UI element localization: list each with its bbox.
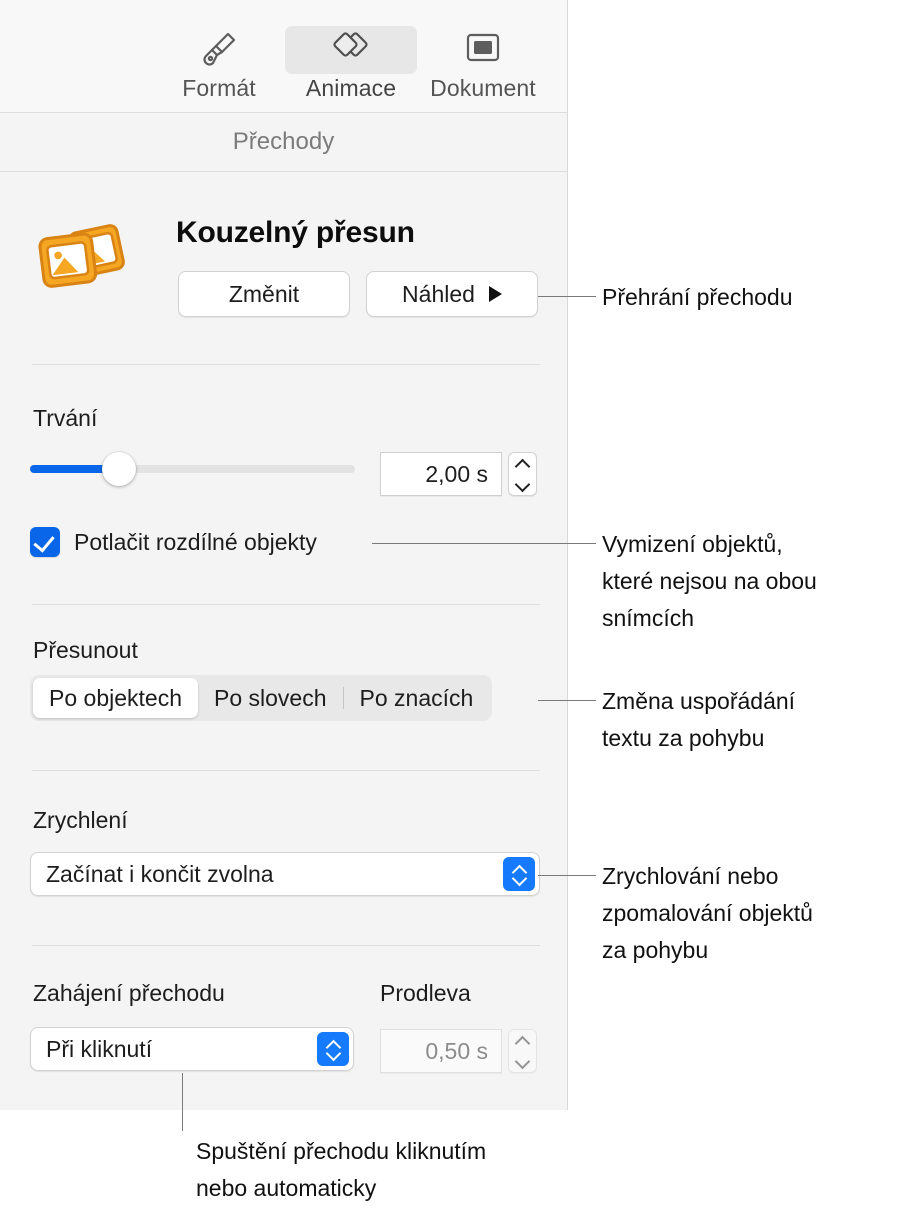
- callout-acceleration: Zrychlování nebo zpomalování objektů za …: [602, 863, 813, 963]
- transition-diamonds-icon: [328, 28, 374, 73]
- duration-slider-knob[interactable]: [102, 452, 136, 486]
- section-header-transitions: Přechody: [0, 113, 567, 172]
- popup-chevrons-icon[interactable]: [317, 1032, 349, 1066]
- magic-move-photos-icon: [34, 220, 130, 300]
- paintbrush-icon: [198, 27, 240, 74]
- callout-leader-acceleration: [538, 875, 596, 876]
- callout-suppress: Vymizení objektů, které nejsou na obou s…: [602, 531, 817, 631]
- acceleration-popup-value: Začínat i končit zvolna: [46, 860, 274, 887]
- chevron-down-icon: [326, 1051, 340, 1059]
- tab-dokument-icon-wrap: [417, 26, 549, 74]
- delay-stepper[interactable]: [508, 1029, 537, 1073]
- tab-format-icon-wrap: [153, 26, 285, 74]
- callout-preview: Přehrání přechodu: [602, 284, 793, 310]
- tab-dokument[interactable]: Dokument: [417, 22, 549, 102]
- animation-inspector-panel: Formát Animace Dokument Přechody Kouzeln…: [0, 0, 568, 1110]
- chevron-up-icon[interactable]: [516, 460, 529, 468]
- preview-button-label: Náhled: [402, 280, 475, 307]
- chevron-down-icon[interactable]: [516, 1058, 529, 1066]
- preview-transition-button[interactable]: Náhled: [366, 271, 538, 317]
- delay-label: Prodleva: [380, 980, 471, 1006]
- divider-1: [32, 364, 540, 365]
- tab-format-label: Formát: [182, 75, 256, 101]
- segment-po-objektech[interactable]: Po objektech: [33, 678, 198, 718]
- acceleration-label: Zrychlení: [33, 807, 128, 833]
- chevron-down-icon: [512, 876, 526, 884]
- move-label: Přesunout: [33, 637, 138, 663]
- duration-label: Trvání: [33, 405, 98, 431]
- transition-summary-row: Kouzelný přesun Změnit Náhled: [0, 186, 568, 336]
- tab-animace[interactable]: Animace: [285, 22, 417, 102]
- start-transition-popup-button[interactable]: Při kliknutí: [30, 1027, 354, 1071]
- popup-chevrons-icon[interactable]: [503, 857, 535, 891]
- divider-4: [32, 945, 540, 946]
- callout-move: Změna uspořádání textu za pohybu: [602, 688, 796, 751]
- tab-animace-label: Animace: [305, 75, 397, 101]
- inspector-tabbar: Formát Animace Dokument: [0, 0, 567, 113]
- callout-leader-move: [538, 700, 596, 701]
- callout-start: Spuštění přechodu kliknutím nebo automat…: [196, 1138, 487, 1201]
- chevron-down-icon[interactable]: [516, 481, 529, 489]
- start-transition-popup-value: Při kliknutí: [46, 1035, 153, 1062]
- segment-po-znacich[interactable]: Po znacích: [344, 678, 490, 718]
- duration-input[interactable]: 2,00 s: [380, 452, 502, 496]
- start-transition-label: Zahájení přechodu: [33, 980, 225, 1006]
- callout-leader-start: [182, 1073, 183, 1131]
- divider-3: [32, 770, 540, 771]
- segment-po-slovech[interactable]: Po slovech: [198, 678, 343, 718]
- play-triangle-icon: [488, 286, 502, 302]
- duration-slider[interactable]: [30, 452, 355, 486]
- callout-leader-suppress: [372, 543, 596, 544]
- tab-dokument-label: Dokument: [430, 75, 536, 101]
- suppress-objects-checkbox[interactable]: [30, 527, 60, 557]
- divider-2: [32, 604, 540, 605]
- transition-name: Kouzelný přesun: [176, 216, 415, 249]
- suppress-objects-label: Potlačit rozdílné objekty: [74, 528, 317, 555]
- acceleration-popup-button[interactable]: Začínat i končit zvolna: [30, 852, 540, 896]
- section-title: Přechody: [232, 128, 335, 155]
- document-rect-icon: [463, 31, 503, 70]
- checkmark-icon: [33, 530, 55, 553]
- tab-format[interactable]: Formát: [153, 22, 285, 102]
- move-segmented-control[interactable]: Po objektech Po slovech Po znacích: [30, 675, 493, 721]
- duration-stepper[interactable]: [508, 452, 537, 496]
- duration-slider-fill: [30, 465, 112, 473]
- callout-leader-preview: [538, 296, 596, 297]
- change-transition-button[interactable]: Změnit: [178, 271, 350, 317]
- chevron-up-icon[interactable]: [516, 1037, 529, 1045]
- suppress-objects-row[interactable]: Potlačit rozdílné objekty: [30, 527, 317, 557]
- delay-input[interactable]: 0,50 s: [380, 1029, 502, 1073]
- tab-animace-icon-wrap: [285, 26, 417, 74]
